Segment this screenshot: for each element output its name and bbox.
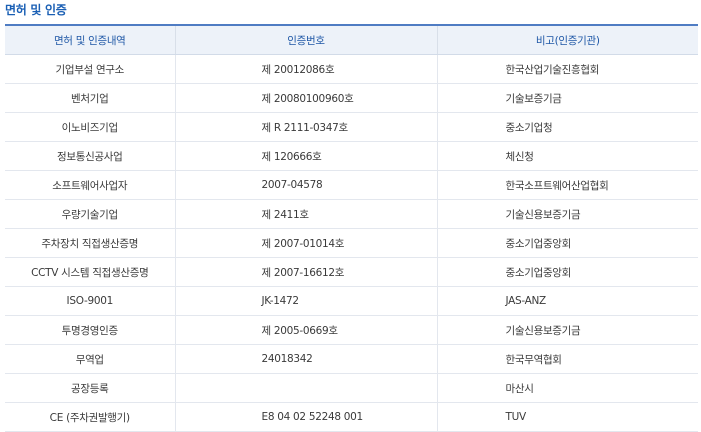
table-row: ISO-9001 JK-1472 JAS-ANZ [5, 286, 698, 316]
cell-number: 제 20080100960호 [175, 83, 438, 113]
cell-item: 무역업 [5, 344, 176, 374]
cell-agency: JAS-ANZ [437, 286, 698, 316]
cell-item: 벤처기업 [5, 83, 176, 113]
cell-agency: 체신청 [437, 141, 698, 171]
cell-number: JK-1472 [175, 286, 438, 316]
cell-item: 우량기술기업 [5, 199, 176, 229]
cell-item: 정보통신공사업 [5, 141, 176, 171]
cell-number: 제 2411호 [175, 199, 438, 229]
header-item: 면허 및 인증내역 [5, 24, 176, 55]
table-row: 투명경영인증 제 2005-0669호 기술신용보증기금 [5, 315, 698, 345]
cell-item: 주차장치 직접생산증명 [5, 228, 176, 258]
cell-agency: TUV [437, 402, 698, 432]
cell-agency: 기술신용보증기금 [437, 199, 698, 229]
cell-item: 소프트웨어사업자 [5, 170, 176, 200]
cell-item: CCTV 시스템 직접생산증명 [5, 257, 176, 287]
table-row: 정보통신공사업 제 120666호 체신청 [5, 141, 698, 171]
cell-number: 제 20012086호 [175, 54, 438, 84]
cell-number: 제 120666호 [175, 141, 438, 171]
cell-number: 제 2007-16612호 [175, 257, 438, 287]
table-header-row: 면허 및 인증내역 인증번호 비고(인증기관) [5, 24, 698, 55]
cell-agency: 한국무역협회 [437, 344, 698, 374]
cell-item: 투명경영인증 [5, 315, 176, 345]
cell-number: 2007-04578 [175, 170, 438, 200]
cell-number [175, 373, 438, 403]
cell-agency: 중소기업청 [437, 112, 698, 142]
table-row: 무역업 24018342 한국무역협회 [5, 344, 698, 374]
cell-item: CE (주차권발행기) [5, 402, 176, 432]
table-row: 우량기술기업 제 2411호 기술신용보증기금 [5, 199, 698, 229]
cell-item: 기업부설 연구소 [5, 54, 176, 84]
page-title: 면허 및 인증 [5, 3, 67, 17]
cell-agency: 기술신용보증기금 [437, 315, 698, 345]
table-row: 기업부설 연구소 제 20012086호 한국산업기술진흥협회 [5, 54, 698, 84]
header-number: 인증번호 [175, 24, 438, 55]
cell-agency: 중소기업중앙회 [437, 257, 698, 287]
header-agency: 비고(인증기관) [437, 24, 698, 55]
cell-item: 공장등록 [5, 373, 176, 403]
cell-agency: 마산시 [437, 373, 698, 403]
cell-agency: 중소기업중앙회 [437, 228, 698, 258]
table-row: 소프트웨어사업자 2007-04578 한국소프트웨어산업협회 [5, 170, 698, 200]
cell-number: 제 2005-0669호 [175, 315, 438, 345]
cell-agency: 한국소프트웨어산업협회 [437, 170, 698, 200]
certification-table: 면허 및 인증내역 인증번호 비고(인증기관) 기업부설 연구소 제 20012… [5, 24, 698, 432]
table-row: 주차장치 직접생산증명 제 2007-01014호 중소기업중앙회 [5, 228, 698, 258]
table-row: 공장등록 마산시 [5, 373, 698, 403]
cell-number: E8 04 02 52248 001 [175, 402, 438, 432]
table-row: 벤처기업 제 20080100960호 기술보증기금 [5, 83, 698, 113]
cell-number: 24018342 [175, 344, 438, 374]
cell-agency: 한국산업기술진흥협회 [437, 54, 698, 84]
cell-item: ISO-9001 [5, 286, 176, 316]
table-row: CCTV 시스템 직접생산증명 제 2007-16612호 중소기업중앙회 [5, 257, 698, 287]
cell-number: 제 2007-01014호 [175, 228, 438, 258]
cell-agency: 기술보증기금 [437, 83, 698, 113]
table-row: 이노비즈기업 제 R 2111-0347호 중소기업청 [5, 112, 698, 142]
table-row: CE (주차권발행기) E8 04 02 52248 001 TUV [5, 402, 698, 432]
cell-number: 제 R 2111-0347호 [175, 112, 438, 142]
cell-item: 이노비즈기업 [5, 112, 176, 142]
